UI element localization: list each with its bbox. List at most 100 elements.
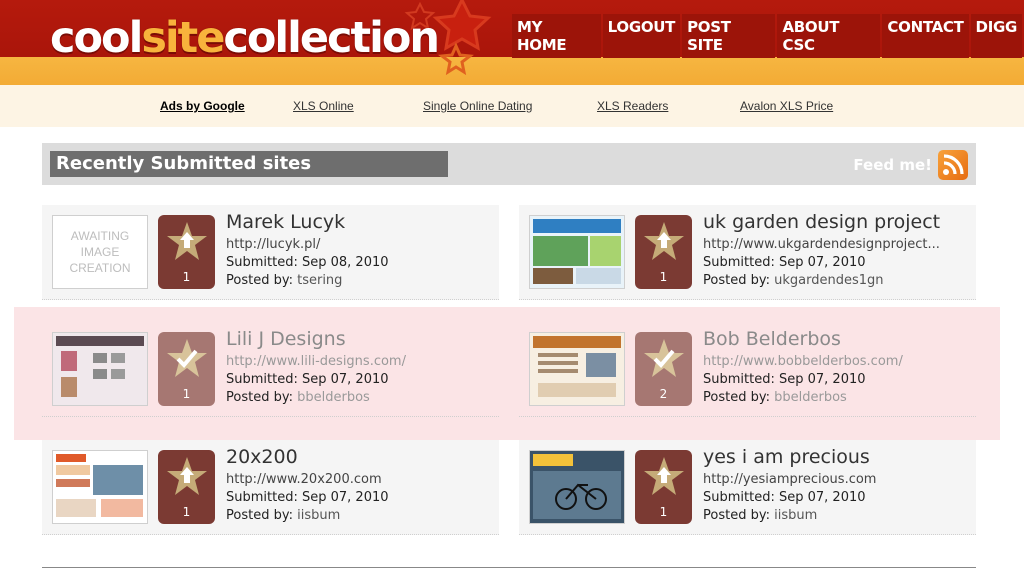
submitted-line: Submitted: Sep 07, 2010 (226, 490, 389, 505)
site-thumbnail[interactable] (52, 450, 148, 524)
site-title-link[interactable]: Bob Belderbos (703, 328, 841, 350)
site-card: AWAITING IMAGE CREATION 1 Marek Lucyk ht… (42, 205, 499, 300)
site-title-link[interactable]: Lili J Designs (226, 328, 346, 350)
posted-by-label: Posted by: (703, 508, 770, 523)
site-url-link[interactable]: http://www.ukgardendesignproject... (703, 237, 940, 252)
site-url-link[interactable]: http://lucyk.pl/ (226, 237, 320, 252)
posted-by-line: Posted by: tsering (226, 273, 342, 288)
feed-label: Feed me! (853, 156, 932, 174)
garden-site-screenshot (530, 216, 624, 288)
submitted-date: Sep 07, 2010 (778, 490, 866, 505)
submitted-label: Submitted: (226, 255, 298, 270)
nav-contact[interactable]: CONTACT (882, 14, 969, 58)
posted-by-line: Posted by: iisbum (703, 508, 817, 523)
star-check-icon (644, 339, 684, 377)
site-thumbnail[interactable] (529, 215, 625, 289)
nav-my-home[interactable]: MY HOME (512, 14, 601, 58)
site-card: 1 yes i am precious http://yesiampreciou… (519, 440, 976, 535)
site-title-link[interactable]: Marek Lucyk (226, 211, 345, 233)
star-check-icon (167, 339, 207, 377)
submitted-label: Submitted: (226, 372, 298, 387)
posted-by-line: Posted by: iisbum (226, 508, 340, 523)
site-thumbnail[interactable] (529, 332, 625, 406)
posted-by-line: Posted by: bbelderbos (226, 390, 370, 405)
awaiting-image-placeholder: AWAITING IMAGE CREATION (69, 229, 131, 275)
nav-about-csc[interactable]: ABOUT CSC (777, 14, 881, 58)
nav-logout[interactable]: LOGOUT (602, 14, 681, 58)
star-arrow-icon (644, 457, 684, 495)
vote-button[interactable]: 1 (158, 332, 215, 406)
bob-belderbos-screenshot (530, 333, 624, 405)
vote-count: 1 (182, 387, 191, 401)
posted-by-line: Posted by: ukgardendes1gn (703, 273, 884, 288)
site-url-link[interactable]: http://www.lili-designs.com/ (226, 354, 406, 369)
star-arrow-icon (167, 457, 207, 495)
submitted-label: Submitted: (703, 372, 775, 387)
rss-icon[interactable] (938, 150, 968, 180)
vote-button[interactable]: 1 (635, 450, 692, 524)
vote-button[interactable]: 1 (158, 215, 215, 289)
site-url-link[interactable]: http://www.bobbelderbos.com/ (703, 354, 903, 369)
site-card: 2 Bob Belderbos http://www.bobbelderbos.… (519, 322, 976, 417)
posted-by-label: Posted by: (703, 273, 770, 288)
submitted-line: Submitted: Sep 07, 2010 (703, 255, 866, 270)
site-url-link[interactable]: http://yesiamprecious.com (703, 472, 876, 487)
posted-by-user-link[interactable]: ukgardendes1gn (774, 273, 883, 288)
submitted-line: Submitted: Sep 07, 2010 (226, 372, 389, 387)
nav-post-site[interactable]: POST SITE (682, 14, 776, 58)
submitted-line: Submitted: Sep 08, 2010 (226, 255, 389, 270)
posted-by-label: Posted by: (226, 390, 293, 405)
ad-link-xls-readers[interactable]: XLS Readers (597, 99, 668, 113)
site-card: 1 20x200 http://www.20x200.com Submitted… (42, 440, 499, 535)
submitted-line: Submitted: Sep 07, 2010 (703, 372, 866, 387)
divider (42, 567, 976, 568)
vote-count: 1 (659, 270, 668, 284)
site-logo[interactable]: coolsitecollection (50, 12, 440, 64)
posted-by-label: Posted by: (226, 273, 293, 288)
posted-by-user-link[interactable]: bbelderbos (774, 390, 847, 405)
posted-by-label: Posted by: (703, 390, 770, 405)
posted-by-user-link[interactable]: iisbum (297, 508, 340, 523)
posted-by-user-link[interactable]: bbelderbos (297, 390, 370, 405)
posted-by-user-link[interactable]: tsering (297, 273, 342, 288)
vote-button[interactable]: 1 (635, 215, 692, 289)
ad-bar: Ads by Google XLS Online Single Online D… (0, 85, 1024, 127)
vote-button[interactable]: 2 (635, 332, 692, 406)
section-header: Recently Submitted sites Feed me! (42, 143, 976, 185)
site-title-link[interactable]: yes i am precious (703, 446, 870, 468)
site-url-link[interactable]: http://www.20x200.com (226, 472, 382, 487)
nav-digg[interactable]: DIGG (970, 14, 1023, 58)
vote-count: 1 (182, 270, 191, 284)
logo-part-collection: collection (223, 13, 440, 63)
ad-link-xls-online[interactable]: XLS Online (293, 99, 354, 113)
site-thumbnail[interactable] (529, 450, 625, 524)
site-thumbnail[interactable] (52, 332, 148, 406)
ad-link-single-online-dating[interactable]: Single Online Dating (423, 99, 532, 113)
site-card: 1 uk garden design project http://www.uk… (519, 205, 976, 300)
star-arrow-icon (644, 222, 684, 260)
vote-count: 2 (659, 387, 668, 401)
submitted-label: Submitted: (226, 490, 298, 505)
vote-button[interactable]: 1 (158, 450, 215, 524)
posted-by-user-link[interactable]: iisbum (774, 508, 817, 523)
submitted-label: Submitted: (703, 255, 775, 270)
site-thumbnail[interactable]: AWAITING IMAGE CREATION (52, 215, 148, 289)
submitted-date: Sep 07, 2010 (778, 255, 866, 270)
ad-link-avalon-xls-price[interactable]: Avalon XLS Price (740, 99, 833, 113)
vote-count: 1 (659, 505, 668, 519)
logo-part-cool: cool (50, 13, 143, 63)
submitted-line: Submitted: Sep 07, 2010 (703, 490, 866, 505)
vote-count: 1 (182, 505, 191, 519)
submitted-date: Sep 07, 2010 (778, 372, 866, 387)
logo-part-site: site (141, 13, 225, 63)
rss-feed-link[interactable]: Feed me! (853, 150, 968, 180)
posted-by-line: Posted by: bbelderbos (703, 390, 847, 405)
site-title-link[interactable]: 20x200 (226, 446, 298, 468)
yes-i-am-precious-screenshot (530, 451, 624, 523)
submitted-label: Submitted: (703, 490, 775, 505)
site-title-link[interactable]: uk garden design project (703, 211, 940, 233)
ads-by-google-link[interactable]: Ads by Google (160, 99, 245, 113)
site-card: 1 Lili J Designs http://www.lili-designs… (42, 322, 499, 417)
star-arrow-icon (167, 222, 207, 260)
submitted-date: Sep 08, 2010 (301, 255, 389, 270)
